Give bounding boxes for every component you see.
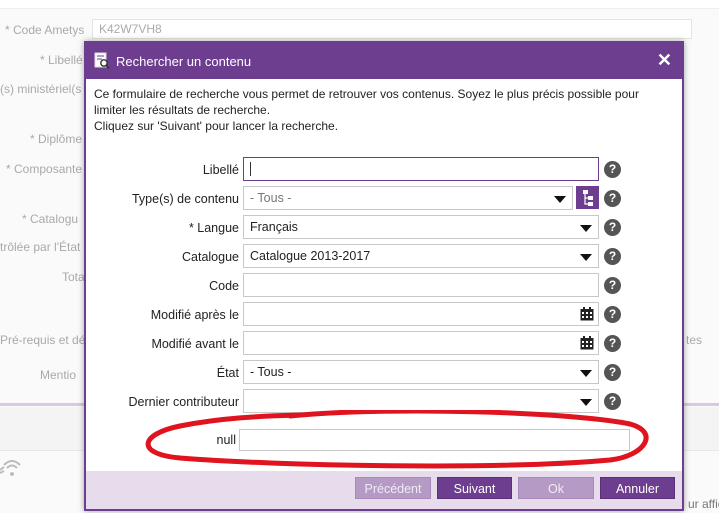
catalogue-value: Catalogue 2013-2017 [250,249,371,263]
bg-mention-label: Mentio [40,368,77,382]
bg-code-value: K42W7VH8 [99,22,162,36]
dialog-header: Rechercher un contenu ✕ [86,43,682,79]
chevron-down-icon[interactable] [554,196,566,203]
cancel-button[interactable]: Annuler [600,477,675,499]
search-document-icon [94,52,110,70]
next-button[interactable]: Suivant [437,477,512,499]
dialog-intro: Ce formulaire de recherche vous permet d… [94,86,674,134]
modified-before-label: Modifié avant le [151,337,239,351]
help-icon[interactable]: ? [604,219,621,236]
text-cursor [250,162,251,176]
help-icon[interactable]: ? [604,306,621,323]
types-value: - Tous - [250,191,292,205]
calendar-icon[interactable] [580,307,594,321]
help-icon[interactable]: ? [604,393,621,410]
bg-total-label: Tota [62,270,85,284]
types-select[interactable]: - Tous - [243,186,573,210]
code-label: Code [209,279,239,293]
bg-code-label: * Code Ametys [5,23,85,37]
libelle-label: Libellé [202,163,239,177]
help-icon[interactable]: ? [604,161,621,178]
help-icon[interactable]: ? [604,277,621,294]
chevron-down-icon[interactable] [580,399,592,406]
modified-after-label: Modifié après le [150,308,239,322]
langue-label: * Langue [188,221,239,235]
modified-after-date-input[interactable] [243,302,599,326]
chevron-down-icon[interactable] [580,225,592,232]
dialog-footer: Précédent Suivant Ok Annuler [86,471,682,509]
chevron-down-icon[interactable] [580,254,592,261]
etat-value: - Tous - [250,365,292,379]
chevron-down-icon[interactable] [580,370,592,377]
bg-catalogue-label: * Catalogu [22,212,79,226]
types-label: Type(s) de contenu [131,192,239,206]
bg-prerequis-label: Pré-requis et dé [0,333,86,347]
catalogue-label: Catalogue [182,250,239,264]
bg-tes-label: tes [686,333,703,347]
background-topbar [0,0,719,9]
bg-libelle-label: * Libellé [40,53,83,67]
intro-instruction: Cliquez sur 'Suivant' pour lancer la rec… [94,119,339,133]
bg-composante-label: * Composante [6,162,83,176]
help-icon[interactable]: ? [604,190,621,207]
content-type-tree-button[interactable] [576,186,599,209]
bg-diplome-label: * Diplôme [30,132,83,146]
wifi-icon [0,460,21,476]
bg-controlee-label: trôlée par l'État [0,240,81,254]
etat-label: État [216,366,239,380]
bg-code-field: K42W7VH8 [92,19,692,39]
calendar-icon[interactable] [580,336,594,350]
tree-icon [583,190,593,206]
catalogue-select[interactable]: Catalogue 2013-2017 [243,244,599,268]
langue-select[interactable]: Français [243,215,599,239]
intro-text: Ce formulaire de recherche vous permet d… [94,87,639,117]
annotation-ellipse [145,410,649,469]
help-icon[interactable]: ? [604,248,621,265]
ok-button[interactable]: Ok [518,477,594,499]
libelle-input[interactable] [243,157,599,181]
close-icon[interactable]: ✕ [657,50,672,70]
previous-button[interactable]: Précédent [355,477,431,499]
help-icon[interactable]: ? [604,335,621,352]
last-contributor-label: Dernier contributeur [128,395,239,409]
modified-before-date-input[interactable] [243,331,599,355]
etat-select[interactable]: - Tous - [243,360,599,384]
dialog-title: Rechercher un contenu [116,54,252,69]
code-input[interactable] [243,273,599,297]
bg-affich-label: ur affic [688,497,719,511]
langue-value: Français [250,220,298,234]
bg-ministeriel-label: (s) ministériel(s [0,82,82,96]
help-icon[interactable]: ? [604,364,621,381]
